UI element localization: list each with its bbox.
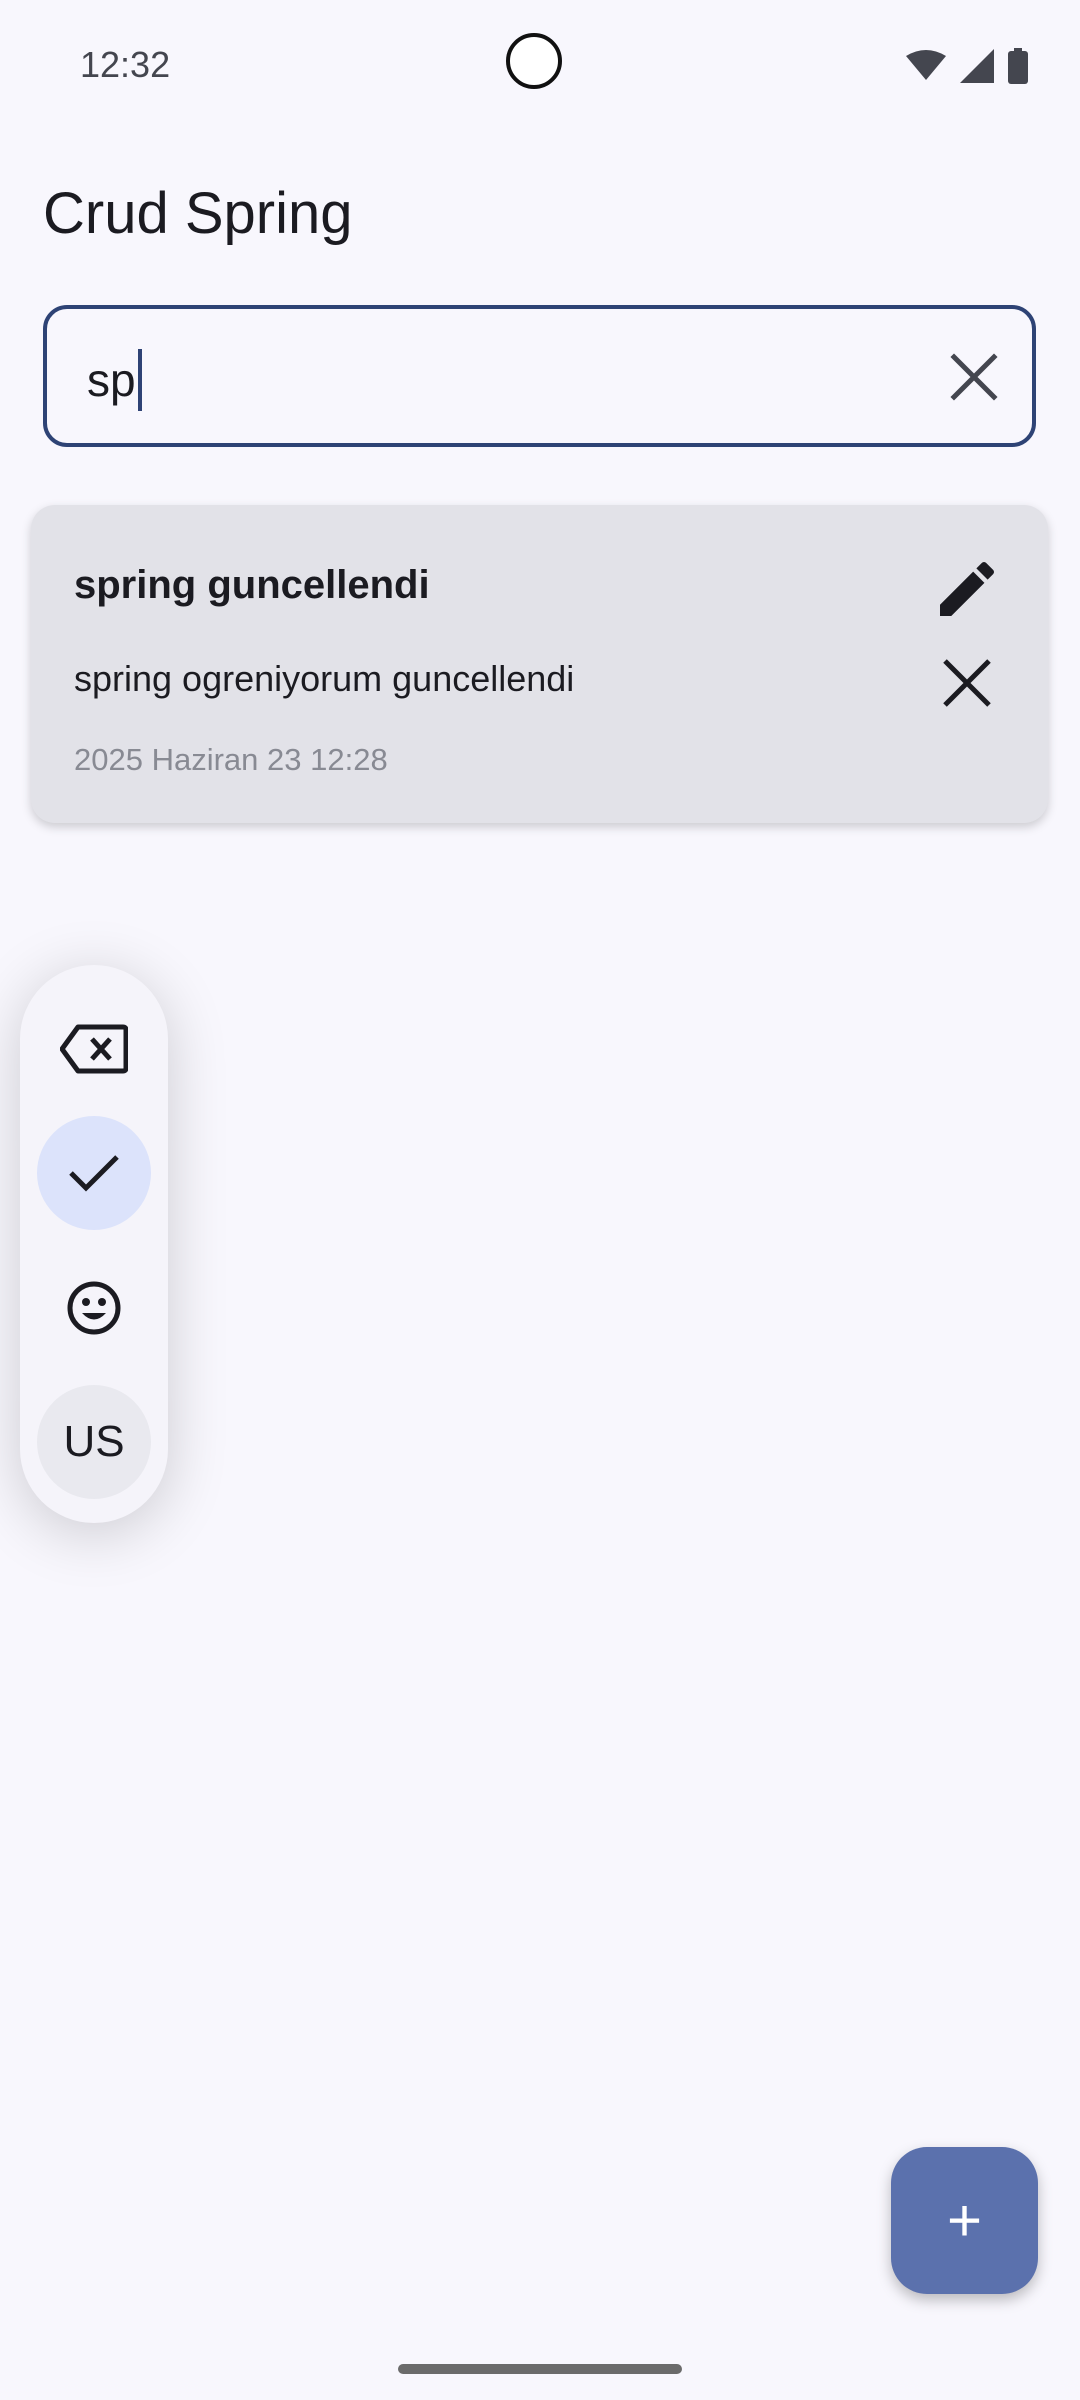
battery-icon xyxy=(1008,48,1028,84)
status-icons xyxy=(906,48,1028,84)
home-indicator[interactable] xyxy=(398,2364,682,2374)
close-icon[interactable] xyxy=(946,349,1002,405)
search-input[interactable]: sp xyxy=(43,305,1036,447)
note-date: 2025 Haziran 23 12:28 xyxy=(74,742,388,777)
backspace-button[interactable] xyxy=(37,992,151,1106)
note-title: spring guncellendi xyxy=(74,563,430,607)
note-body: spring ogreniyorum guncellendi xyxy=(74,658,575,699)
wifi-icon xyxy=(906,50,946,80)
check-button[interactable] xyxy=(37,1116,151,1230)
language-switch-button[interactable]: US xyxy=(37,1385,151,1499)
status-bar: 12:32 xyxy=(0,0,1080,130)
page-title: Crud Spring xyxy=(43,181,353,246)
backspace-icon xyxy=(60,1024,128,1074)
camera-cutout xyxy=(506,33,562,89)
edit-icon[interactable] xyxy=(931,553,1003,625)
note-card[interactable]: spring guncellendi spring ogreniyorum gu… xyxy=(31,505,1048,823)
keyboard-toolbar: US xyxy=(20,965,168,1523)
status-time: 12:32 xyxy=(80,44,171,85)
delete-close-icon[interactable] xyxy=(935,651,999,715)
search-input-value[interactable]: sp xyxy=(87,349,142,411)
check-icon xyxy=(69,1155,119,1192)
text-cursor xyxy=(137,349,142,411)
add-note-button[interactable]: + xyxy=(891,2147,1038,2294)
search-text: sp xyxy=(87,354,136,406)
emoji-icon xyxy=(67,1281,121,1335)
signal-icon xyxy=(960,49,994,83)
emoji-button[interactable] xyxy=(37,1251,151,1365)
